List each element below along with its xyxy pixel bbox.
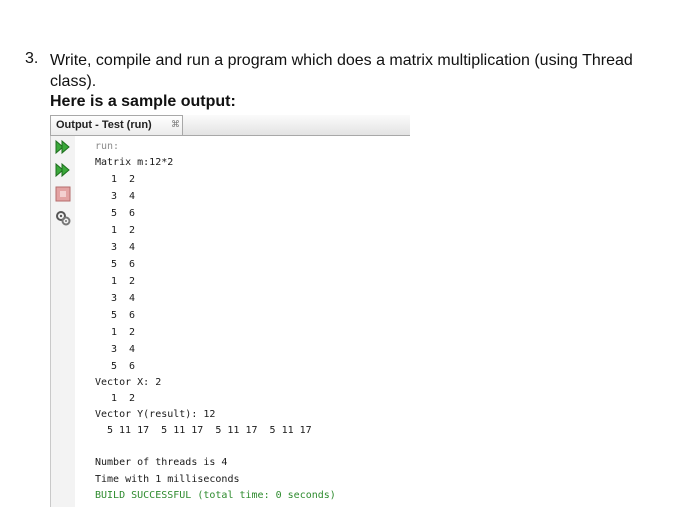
matrix-row: 5 6 [111, 361, 136, 372]
console-output: run: Matrix m:12*2 1 2 3 4 5 6 1 2 3 4 5… [75, 136, 410, 507]
matrix-row: 3 4 [111, 242, 136, 253]
console-line-build-status: BUILD SUCCESSFUL (total time: 0 seconds) [95, 490, 336, 501]
rerun-icon[interactable] [54, 138, 72, 156]
matrix-row: 5 6 [111, 310, 136, 321]
console-line-vector-x-values: 1 2 [111, 393, 136, 404]
output-window: Output - Test (run) ⌘ run: Matrix m:12*2… [50, 115, 410, 507]
matrix-row: 1 2 [111, 225, 136, 236]
matrix-row: 3 4 [111, 344, 136, 355]
sample-output-heading: Here is a sample output: [50, 93, 236, 110]
matrix-row: 1 2 [111, 174, 136, 185]
matrix-row: 5 6 [111, 259, 136, 270]
matrix-row: 1 2 [111, 276, 136, 287]
console-line-run: run: [95, 141, 120, 152]
matrix-row: 3 4 [111, 191, 136, 202]
output-tab[interactable]: Output - Test (run) ⌘ [50, 115, 183, 135]
close-icon[interactable]: ⌘ [171, 119, 180, 130]
output-toolbar [50, 136, 76, 507]
question-number: 3. [25, 50, 39, 67]
matrix-row: 3 4 [111, 293, 136, 304]
console-line-vector-x-header: Vector X: 2 [95, 377, 162, 388]
output-tab-title: Output - Test (run) [56, 119, 152, 131]
matrix-row: 1 2 [111, 327, 136, 338]
output-tab-bar: Output - Test (run) ⌘ [50, 115, 410, 136]
matrix-row: 5 6 [111, 208, 136, 219]
console-line-matrix-header: Matrix m:12*2 [95, 157, 174, 168]
console-line-time: Time with 1 milliseconds [95, 474, 240, 485]
console-line-vector-y-header: Vector Y(result): 12 [95, 409, 216, 420]
question-text: Write, compile and run a program which d… [50, 52, 633, 90]
stop-icon[interactable] [54, 185, 72, 203]
console-line-threads: Number of threads is 4 [95, 457, 228, 468]
rerun-with-params-icon[interactable] [54, 161, 72, 179]
console-line-vector-y-values: 5 11 17 5 11 17 5 11 17 5 11 17 [107, 425, 312, 436]
settings-icon[interactable] [54, 209, 72, 227]
